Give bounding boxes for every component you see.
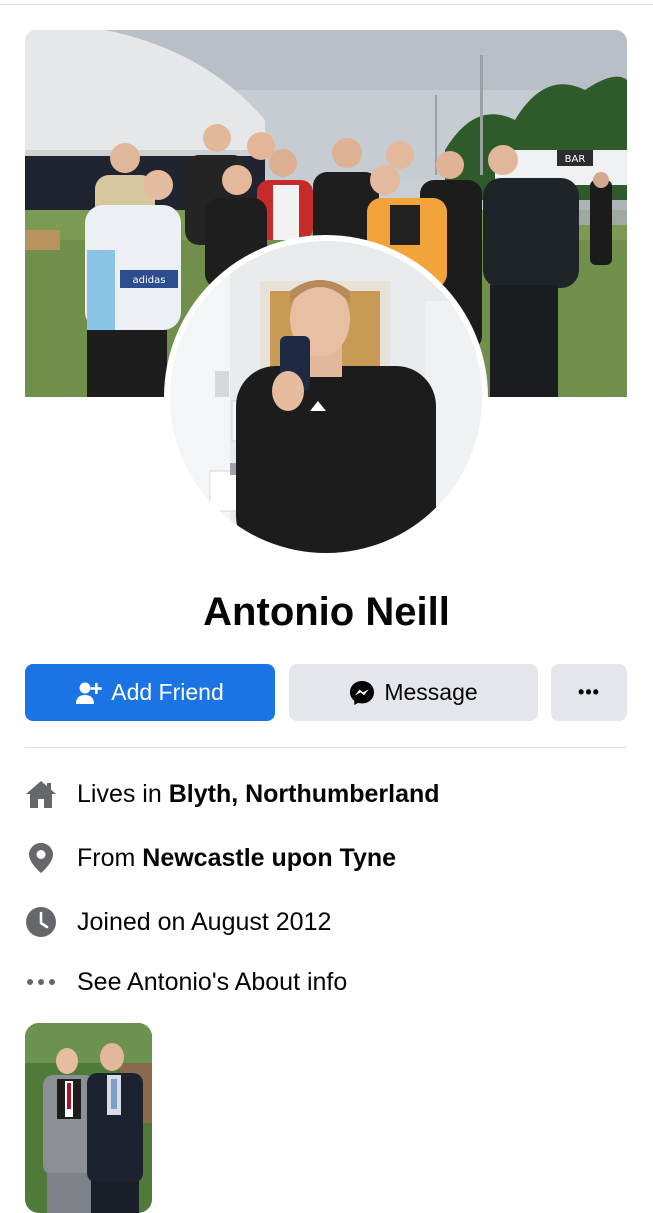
messenger-icon — [349, 680, 375, 706]
add-friend-button[interactable]: Add Friend — [25, 664, 275, 721]
more-dots-icon — [25, 966, 57, 998]
add-friend-icon — [76, 681, 102, 705]
see-about-info[interactable]: See Antonio's About info — [25, 962, 627, 1002]
from-prefix: From — [77, 843, 143, 872]
add-friend-label: Add Friend — [111, 679, 224, 705]
home-icon — [25, 778, 57, 810]
joined-text: Joined on August 2012 — [77, 907, 332, 936]
info-joined: Joined on August 2012 — [25, 902, 627, 942]
top-divider — [0, 4, 653, 5]
photo-thumbnail[interactable] — [25, 1023, 152, 1213]
message-label: Message — [384, 679, 478, 705]
lives-in-prefix: Lives in — [77, 779, 169, 808]
profile-avatar[interactable] — [170, 241, 482, 553]
more-icon: ••• — [578, 682, 600, 702]
message-button[interactable]: Message — [289, 664, 538, 721]
info-from: From Newcastle upon Tyne — [25, 838, 627, 878]
more-options-button[interactable]: ••• — [551, 664, 627, 721]
adidas-logo-text: adidas — [133, 275, 166, 286]
see-about-text[interactable]: See Antonio's About info — [77, 968, 347, 997]
lives-in-value[interactable]: Blyth, Northumberland — [169, 780, 440, 809]
profile-name: Antonio Neill — [203, 590, 450, 634]
section-divider — [25, 747, 627, 748]
clock-icon — [25, 906, 57, 938]
bar-sign-text: BAR — [565, 154, 586, 165]
info-lives-in: Lives in Blyth, Northumberland — [25, 774, 627, 814]
from-value[interactable]: Newcastle upon Tyne — [142, 844, 396, 873]
location-pin-icon — [25, 842, 57, 874]
